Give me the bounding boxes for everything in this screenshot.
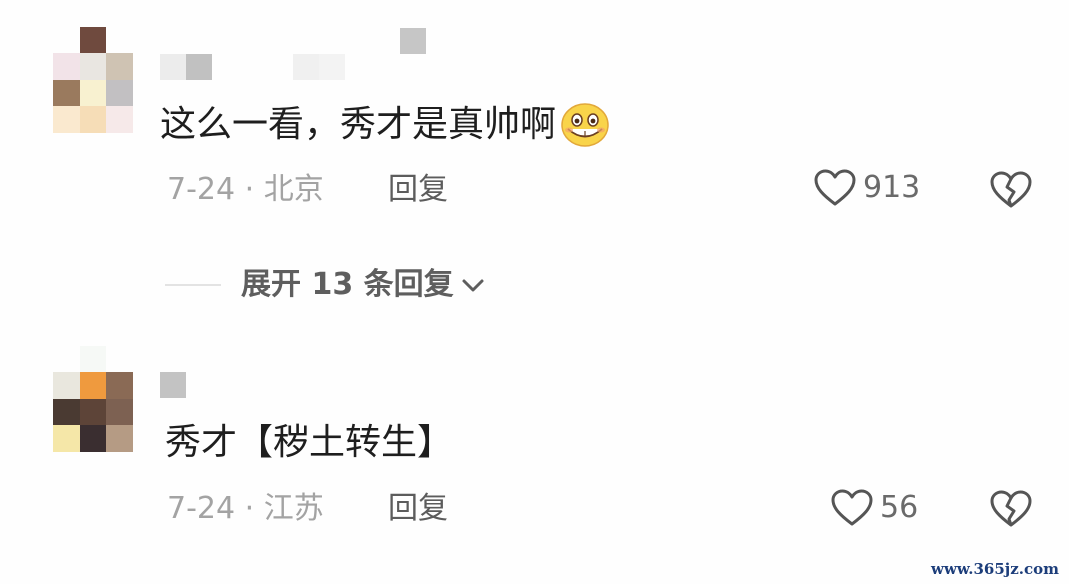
- like-button[interactable]: 913: [813, 168, 920, 208]
- comment-date-location: 7-24 · 江苏: [167, 491, 324, 526]
- reply-button[interactable]: 回复: [388, 491, 448, 527]
- avatar[interactable]: [53, 53, 133, 133]
- heart-outline-icon: [831, 489, 873, 526]
- reply-button[interactable]: 回复: [388, 172, 448, 208]
- username-blurred[interactable]: [160, 54, 212, 80]
- heart-outline-icon: [814, 169, 856, 206]
- comment-body: 秀才【秽土转生】: [165, 422, 454, 463]
- comment-text: 这么一看，秀才是真帅啊: [160, 102, 610, 148]
- broken-heart-icon[interactable]: [989, 170, 1033, 210]
- divider-line: [165, 284, 221, 286]
- comment-text: 秀才【秽土转生】: [165, 421, 453, 465]
- expand-replies-label: 展开 13 条回复: [241, 267, 454, 302]
- avatar[interactable]: [53, 372, 133, 452]
- chevron-down-icon: [462, 279, 484, 292]
- username-blurred-extra: [293, 54, 345, 80]
- like-count: 913: [863, 170, 921, 205]
- grinning-emoji-icon: [561, 103, 609, 147]
- watermark: www.365jz.com: [931, 560, 1059, 578]
- comment-date-location: 7-24 · 北京: [167, 172, 324, 207]
- blur-pixel: [400, 28, 426, 54]
- avatar-top-pixel: [80, 346, 106, 372]
- comment-body: 这么一看，秀才是真帅啊: [160, 104, 557, 145]
- username-blurred[interactable]: [160, 372, 186, 398]
- like-button[interactable]: 56: [830, 488, 918, 528]
- like-count: 56: [880, 490, 919, 525]
- expand-replies-button[interactable]: 展开 13 条回复: [165, 267, 486, 303]
- avatar-top-pixel: [80, 27, 106, 53]
- broken-heart-icon[interactable]: [989, 489, 1033, 529]
